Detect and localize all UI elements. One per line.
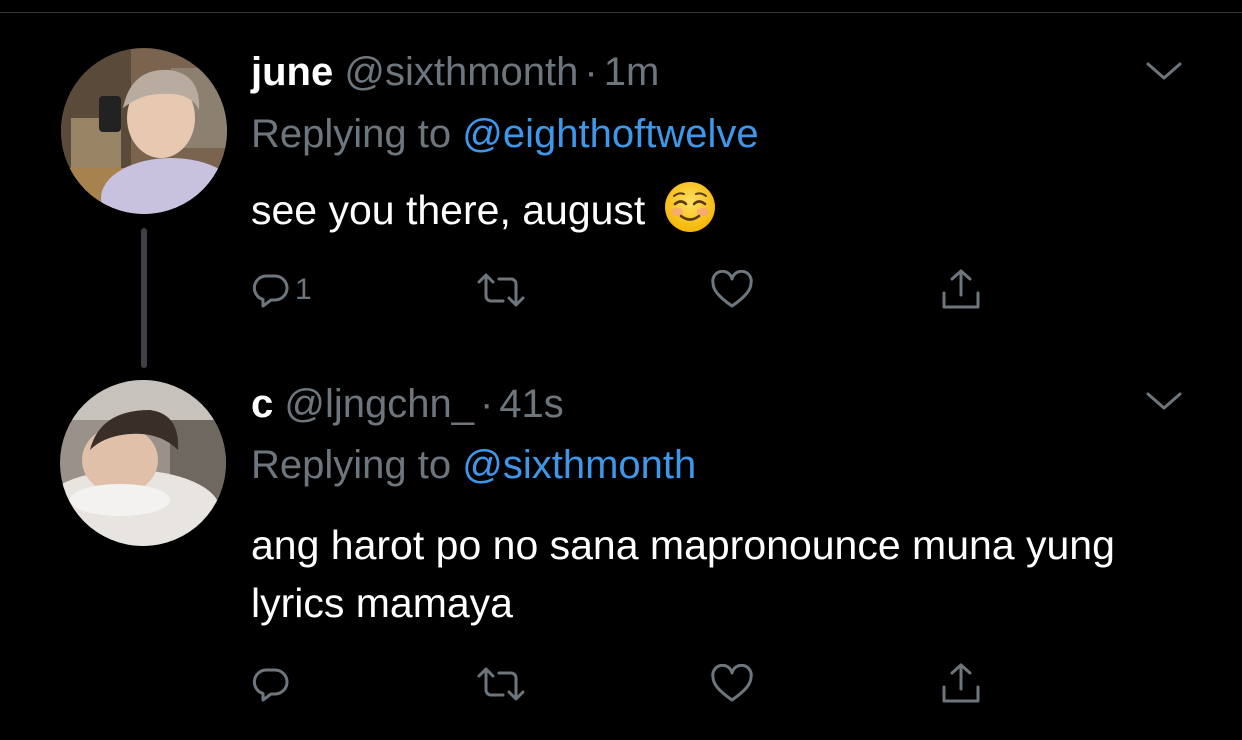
tweet[interactable]: june @sixthmonth · 1m Replying to @eightho… [0,0,1242,370]
tweet-text-content: see you there, august [251,187,646,233]
chevron-down-icon[interactable] [1144,60,1184,84]
replying-to-label: Replying to [251,112,452,156]
tweet-actions: 1 [251,264,1011,316]
smiling-face-icon [663,180,717,234]
user-handle[interactable]: @sixthmonth [344,50,578,94]
like-icon [711,270,753,308]
timestamp[interactable]: 41s [499,382,564,426]
timestamp[interactable]: 1m [604,50,660,94]
tweet-text-content: ang harot po no sana mapronounce muna yu… [251,522,1115,626]
mention-link[interactable]: @sixthmonth [462,443,696,487]
display-name[interactable]: june [251,50,333,94]
retweet-button[interactable] [475,264,527,316]
share-button[interactable] [938,658,984,710]
like-button[interactable] [709,658,755,710]
tweet-text: see you there, august [251,180,1191,239]
like-icon [711,664,753,702]
share-button[interactable] [938,264,984,316]
mention-link[interactable]: @eighthoftwelve [462,112,758,156]
retweet-icon [477,667,525,701]
separator-dot: · [584,50,598,94]
display-name[interactable]: c [251,382,273,426]
retweet-button[interactable] [475,658,527,710]
chevron-down-icon[interactable] [1144,390,1184,414]
avatar[interactable] [61,48,227,214]
tweet-actions [251,658,1011,710]
tweet-header: june @sixthmonth · 1m [251,48,659,96]
retweet-icon [477,273,525,307]
replying-to-label: Replying to [251,443,452,487]
tweet[interactable]: c @ljngchn_ · 41s Replying to @sixthmonth … [0,370,1242,740]
reply-button[interactable] [251,658,295,710]
reply-icon [252,668,289,702]
share-icon [942,269,980,309]
reply-button[interactable]: 1 [251,264,312,316]
tweet-header: c @ljngchn_ · 41s [251,380,564,428]
share-icon [942,663,980,703]
user-handle[interactable]: @ljngchn_ [284,382,474,426]
avatar[interactable] [60,380,226,546]
tweet-text: ang harot po no sana mapronounce muna yu… [251,516,1191,632]
replying-to: Replying to @eighthoftwelve [251,110,759,158]
reply-icon [252,274,289,308]
replying-to: Replying to @sixthmonth [251,441,696,489]
separator-dot: · [479,382,494,426]
like-button[interactable] [709,264,755,316]
thread-connector [141,228,147,368]
reply-count: 1 [295,273,312,306]
